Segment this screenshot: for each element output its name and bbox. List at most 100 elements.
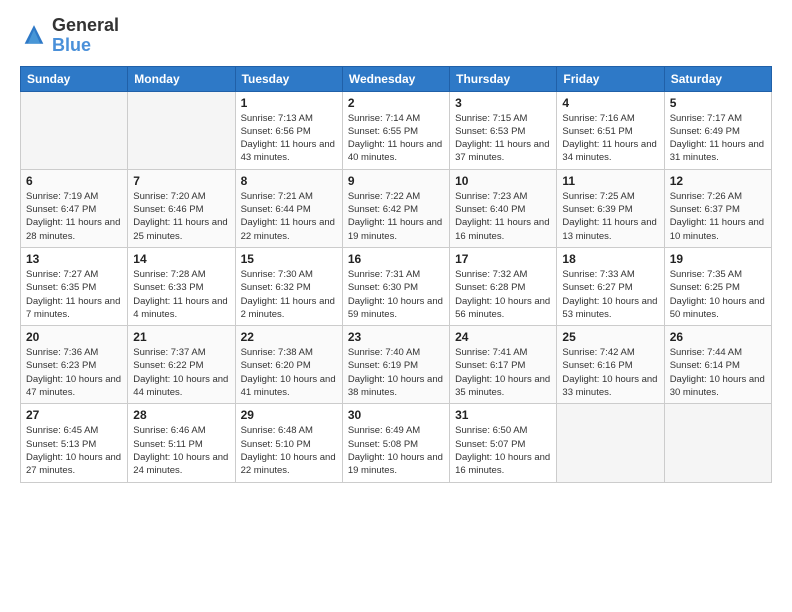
- header: General Blue: [20, 16, 772, 56]
- calendar-cell: 3 Sunrise: 7:15 AMSunset: 6:53 PMDaylight…: [450, 91, 557, 169]
- calendar-cell: 29 Sunrise: 6:48 AMSunset: 5:10 PMDayligh…: [235, 404, 342, 482]
- calendar-header-row: SundayMondayTuesdayWednesdayThursdayFrid…: [21, 66, 772, 91]
- day-info: Sunrise: 7:14 AMSunset: 6:55 PMDaylight:…: [348, 112, 444, 165]
- calendar-cell: 26Sunrise: 7:44 AMSunset: 6:14 PMDayligh…: [664, 326, 771, 404]
- day-number: 3: [455, 96, 551, 110]
- calendar-cell: 12Sunrise: 7:26 AMSunset: 6:37 PMDayligh…: [664, 169, 771, 247]
- day-number: 1: [241, 96, 337, 110]
- calendar-cell: 19 Sunrise: 7:35 AMSunset: 6:25 PMDayligh…: [664, 247, 771, 325]
- day-number: 22: [241, 330, 337, 344]
- day-info: Sunrise: 7:31 AMSunset: 6:30 PMDaylight:…: [348, 268, 444, 321]
- calendar-table: SundayMondayTuesdayWednesdayThursdayFrid…: [20, 66, 772, 483]
- day-info: Sunrise: 7:33 AMSunset: 6:27 PMDaylight:…: [562, 268, 658, 321]
- day-number: 5: [670, 96, 766, 110]
- calendar-cell: 17Sunrise: 7:32 AMSunset: 6:28 PMDayligh…: [450, 247, 557, 325]
- day-info: Sunrise: 7:21 AMSunset: 6:44 PMDaylight:…: [241, 190, 337, 243]
- day-number: 29: [241, 408, 337, 422]
- day-info: Sunrise: 7:17 AMSunset: 6:49 PMDaylight:…: [670, 112, 766, 165]
- day-number: 19: [670, 252, 766, 266]
- day-info: Sunrise: 6:49 AMSunset: 5:08 PMDaylight:…: [348, 424, 444, 477]
- calendar-cell: 2 Sunrise: 7:14 AMSunset: 6:55 PMDaylight…: [342, 91, 449, 169]
- weekday-header-sunday: Sunday: [21, 66, 128, 91]
- day-info: Sunrise: 7:32 AMSunset: 6:28 PMDaylight:…: [455, 268, 551, 321]
- day-number: 6: [26, 174, 122, 188]
- day-info: Sunrise: 6:46 AMSunset: 5:11 PMDaylight:…: [133, 424, 229, 477]
- calendar-cell: [128, 91, 235, 169]
- logo: General Blue: [20, 16, 119, 56]
- day-number: 21: [133, 330, 229, 344]
- day-number: 30: [348, 408, 444, 422]
- day-info: Sunrise: 7:42 AMSunset: 6:16 PMDaylight:…: [562, 346, 658, 399]
- day-info: Sunrise: 7:40 AMSunset: 6:19 PMDaylight:…: [348, 346, 444, 399]
- calendar-cell: 18 Sunrise: 7:33 AMSunset: 6:27 PMDayligh…: [557, 247, 664, 325]
- calendar-cell: [557, 404, 664, 482]
- calendar-cell: 28 Sunrise: 6:46 AMSunset: 5:11 PMDayligh…: [128, 404, 235, 482]
- weekday-header-thursday: Thursday: [450, 66, 557, 91]
- day-number: 25: [562, 330, 658, 344]
- calendar-week-2: 6 Sunrise: 7:19 AMSunset: 6:47 PMDaylight…: [21, 169, 772, 247]
- day-info: Sunrise: 6:50 AMSunset: 5:07 PMDaylight:…: [455, 424, 551, 477]
- calendar-cell: 24 Sunrise: 7:41 AMSunset: 6:17 PMDayligh…: [450, 326, 557, 404]
- day-number: 2: [348, 96, 444, 110]
- calendar-cell: 6 Sunrise: 7:19 AMSunset: 6:47 PMDaylight…: [21, 169, 128, 247]
- day-number: 7: [133, 174, 229, 188]
- day-number: 16: [348, 252, 444, 266]
- day-number: 28: [133, 408, 229, 422]
- day-info: Sunrise: 7:25 AMSunset: 6:39 PMDaylight:…: [562, 190, 658, 243]
- calendar-cell: 25 Sunrise: 7:42 AMSunset: 6:16 PMDayligh…: [557, 326, 664, 404]
- day-info: Sunrise: 7:22 AMSunset: 6:42 PMDaylight:…: [348, 190, 444, 243]
- calendar-cell: 21 Sunrise: 7:37 AMSunset: 6:22 PMDayligh…: [128, 326, 235, 404]
- day-info: Sunrise: 7:37 AMSunset: 6:22 PMDaylight:…: [133, 346, 229, 399]
- day-info: Sunrise: 7:23 AMSunset: 6:40 PMDaylight:…: [455, 190, 551, 243]
- day-number: 9: [348, 174, 444, 188]
- day-info: Sunrise: 7:35 AMSunset: 6:25 PMDaylight:…: [670, 268, 766, 321]
- day-info: Sunrise: 6:45 AMSunset: 5:13 PMDaylight:…: [26, 424, 122, 477]
- day-number: 20: [26, 330, 122, 344]
- day-number: 18: [562, 252, 658, 266]
- calendar-cell: 23 Sunrise: 7:40 AMSunset: 6:19 PMDayligh…: [342, 326, 449, 404]
- day-info: Sunrise: 7:20 AMSunset: 6:46 PMDaylight:…: [133, 190, 229, 243]
- page: General Blue SundayMondayTuesdayWednesda…: [0, 0, 792, 612]
- calendar-cell: 30 Sunrise: 6:49 AMSunset: 5:08 PMDayligh…: [342, 404, 449, 482]
- calendar-cell: 5 Sunrise: 7:17 AMSunset: 6:49 PMDaylight…: [664, 91, 771, 169]
- day-number: 4: [562, 96, 658, 110]
- calendar-week-1: 1 Sunrise: 7:13 AMSunset: 6:56 PMDaylight…: [21, 91, 772, 169]
- day-info: Sunrise: 7:15 AMSunset: 6:53 PMDaylight:…: [455, 112, 551, 165]
- weekday-header-wednesday: Wednesday: [342, 66, 449, 91]
- calendar-cell: 10Sunrise: 7:23 AMSunset: 6:40 PMDayligh…: [450, 169, 557, 247]
- logo-icon: [20, 22, 48, 50]
- day-info: Sunrise: 6:48 AMSunset: 5:10 PMDaylight:…: [241, 424, 337, 477]
- day-info: Sunrise: 7:38 AMSunset: 6:20 PMDaylight:…: [241, 346, 337, 399]
- calendar-cell: 7 Sunrise: 7:20 AMSunset: 6:46 PMDaylight…: [128, 169, 235, 247]
- weekday-header-saturday: Saturday: [664, 66, 771, 91]
- day-info: Sunrise: 7:28 AMSunset: 6:33 PMDaylight:…: [133, 268, 229, 321]
- calendar-week-4: 20Sunrise: 7:36 AMSunset: 6:23 PMDayligh…: [21, 326, 772, 404]
- day-number: 31: [455, 408, 551, 422]
- calendar-cell: 20Sunrise: 7:36 AMSunset: 6:23 PMDayligh…: [21, 326, 128, 404]
- day-number: 11: [562, 174, 658, 188]
- day-info: Sunrise: 7:13 AMSunset: 6:56 PMDaylight:…: [241, 112, 337, 165]
- day-number: 23: [348, 330, 444, 344]
- day-info: Sunrise: 7:41 AMSunset: 6:17 PMDaylight:…: [455, 346, 551, 399]
- day-number: 14: [133, 252, 229, 266]
- day-number: 24: [455, 330, 551, 344]
- day-info: Sunrise: 7:19 AMSunset: 6:47 PMDaylight:…: [26, 190, 122, 243]
- day-info: Sunrise: 7:30 AMSunset: 6:32 PMDaylight:…: [241, 268, 337, 321]
- calendar-cell: 13Sunrise: 7:27 AMSunset: 6:35 PMDayligh…: [21, 247, 128, 325]
- calendar-body: 1 Sunrise: 7:13 AMSunset: 6:56 PMDaylight…: [21, 91, 772, 482]
- calendar-cell: [664, 404, 771, 482]
- weekday-header-monday: Monday: [128, 66, 235, 91]
- day-number: 8: [241, 174, 337, 188]
- calendar-cell: 1 Sunrise: 7:13 AMSunset: 6:56 PMDaylight…: [235, 91, 342, 169]
- day-info: Sunrise: 7:16 AMSunset: 6:51 PMDaylight:…: [562, 112, 658, 165]
- calendar-cell: 14 Sunrise: 7:28 AMSunset: 6:33 PMDayligh…: [128, 247, 235, 325]
- weekday-header-tuesday: Tuesday: [235, 66, 342, 91]
- day-number: 15: [241, 252, 337, 266]
- weekday-header-friday: Friday: [557, 66, 664, 91]
- calendar-cell: [21, 91, 128, 169]
- logo-text: General Blue: [52, 16, 119, 56]
- day-info: Sunrise: 7:27 AMSunset: 6:35 PMDaylight:…: [26, 268, 122, 321]
- calendar-cell: 9 Sunrise: 7:22 AMSunset: 6:42 PMDaylight…: [342, 169, 449, 247]
- day-number: 27: [26, 408, 122, 422]
- day-number: 26: [670, 330, 766, 344]
